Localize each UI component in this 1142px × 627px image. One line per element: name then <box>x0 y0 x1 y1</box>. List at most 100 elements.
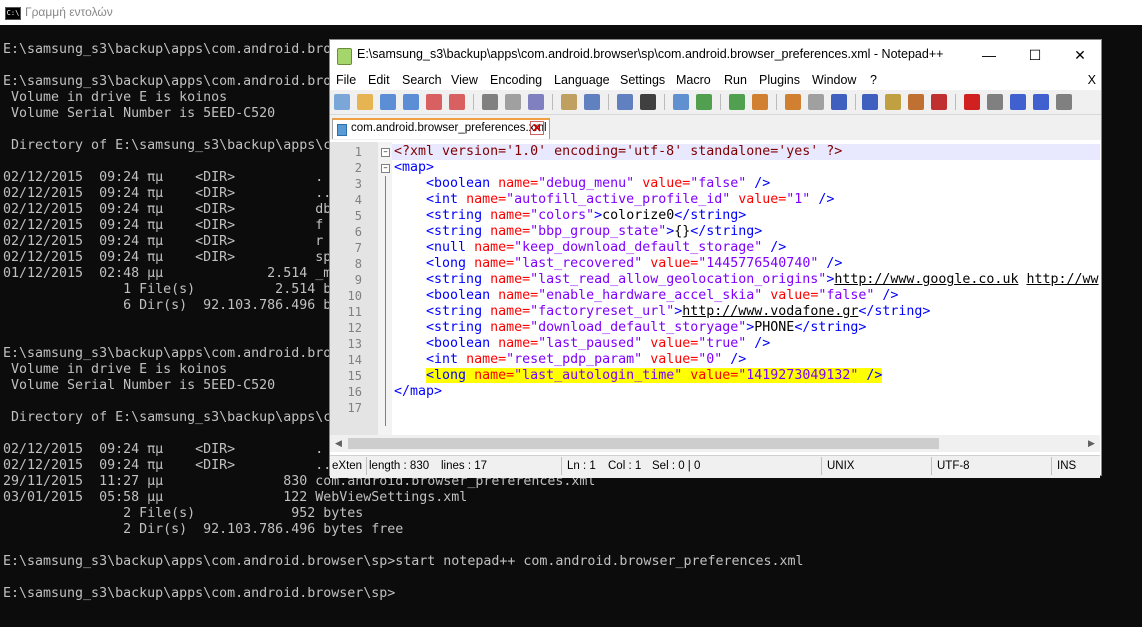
menu-language[interactable]: Language <box>554 73 610 87</box>
function-list-icon[interactable] <box>931 94 947 110</box>
close-icon[interactable] <box>426 94 442 110</box>
cut-icon[interactable] <box>505 94 521 110</box>
replace-icon[interactable] <box>673 94 689 110</box>
menu-search[interactable]: Search <box>402 73 442 87</box>
menu-view[interactable]: View <box>451 73 478 87</box>
code-token: "1" <box>786 192 811 207</box>
close-document-button[interactable]: X <box>1088 73 1096 87</box>
menu-run[interactable]: Run <box>724 73 747 87</box>
open-file-icon[interactable] <box>357 94 373 110</box>
scroll-right-icon[interactable]: ▶ <box>1083 435 1100 452</box>
code-token: "last_recovered" <box>514 256 643 271</box>
menu-file[interactable]: File <box>336 73 356 87</box>
code-line[interactable]: <map> <box>392 160 434 176</box>
code-url-link[interactable]: http://ww <box>1026 272 1098 287</box>
editor[interactable]: 1 2 3 4 5 6 7 8 9 10 11 12 13 14 15 16 17 − − <?xml vers… <box>330 142 1100 435</box>
menu-help[interactable]: ? <box>870 73 877 87</box>
copy-icon[interactable] <box>528 94 544 110</box>
code-line[interactable]: <string name="download_default_storyage"… <box>392 320 866 336</box>
save-icon[interactable] <box>380 94 396 110</box>
code-token: /> <box>746 336 771 351</box>
line-number: 9 <box>354 273 362 287</box>
scroll-left-icon[interactable]: ◀ <box>330 435 347 452</box>
menu-edit[interactable]: Edit <box>368 73 390 87</box>
code-line[interactable]: <int name="autofill_active_profile_id" v… <box>392 192 834 208</box>
record-macro-icon[interactable] <box>964 94 980 110</box>
code-token: name= <box>466 192 507 207</box>
tab-close-icon[interactable]: ✕ <box>530 121 544 135</box>
code-line[interactable]: <long name="last_recovered" value="14457… <box>392 256 842 272</box>
show-all-chars-icon[interactable] <box>831 94 847 110</box>
print-icon[interactable] <box>482 94 498 110</box>
code-token: <string <box>426 320 491 335</box>
menu-window[interactable]: Window <box>812 73 856 87</box>
code-line[interactable]: <string name="factoryreset_url">http://w… <box>392 304 930 320</box>
udl-icon[interactable] <box>885 94 901 110</box>
code-line[interactable]: <boolean name="enable_hardware_accel_ski… <box>392 288 898 304</box>
menu-settings[interactable]: Settings <box>620 73 665 87</box>
fold-toggle-icon[interactable]: − <box>381 164 390 173</box>
word-wrap-icon[interactable] <box>808 94 824 110</box>
sync-horizontal-icon[interactable] <box>785 94 801 110</box>
status-sel: Sel : 0 | 0 <box>652 460 701 472</box>
menu-macro[interactable]: Macro <box>676 73 711 87</box>
sync-vertical-icon[interactable] <box>752 94 768 110</box>
indent-guide-icon[interactable] <box>862 94 878 110</box>
code-line[interactable]: <string name="last_read_allow_geolocatio… <box>392 272 1099 288</box>
run-macro-icon[interactable] <box>1033 94 1049 110</box>
zoom-out-icon[interactable] <box>729 94 745 110</box>
code-url-link[interactable]: http://www.vodafone.gr <box>682 304 858 319</box>
redo-icon[interactable] <box>617 94 633 110</box>
code-token: "false" <box>818 288 875 303</box>
play-macro-icon[interactable] <box>1010 94 1026 110</box>
fold-guide-line <box>385 176 386 426</box>
new-file-icon[interactable] <box>334 94 350 110</box>
minimize-button[interactable]: — <box>966 40 1012 70</box>
save-all-icon[interactable] <box>403 94 419 110</box>
code-line[interactable]: <string name="colors">colorize0</string> <box>392 208 746 224</box>
line-number: 13 <box>347 337 362 351</box>
undo-icon[interactable] <box>584 94 600 110</box>
code-line[interactable]: </map> <box>392 384 442 400</box>
status-lines: lines : 17 <box>441 460 488 472</box>
code-line[interactable]: <string name="bbp_group_state">{}</strin… <box>392 224 762 240</box>
doc-map-icon[interactable] <box>908 94 924 110</box>
horizontal-scrollbar[interactable]: ◀ ▶ <box>330 435 1100 452</box>
code-token: name= <box>490 320 531 335</box>
code-line[interactable] <box>392 400 394 416</box>
status-divider <box>821 457 822 475</box>
code-token: <int <box>426 352 467 367</box>
code-line[interactable]: <null name="keep_download_default_storag… <box>392 240 786 256</box>
close-all-icon[interactable] <box>449 94 465 110</box>
code-line[interactable]: <?xml version='1.0' encoding='utf-8' sta… <box>392 144 1100 160</box>
code-token: value= <box>730 192 787 207</box>
code-token: <boolean <box>426 336 499 351</box>
save-macro-icon[interactable] <box>1056 94 1072 110</box>
code-line[interactable]: <long name="last_autologin_time" value="… <box>392 368 883 384</box>
fold-toggle-icon[interactable]: − <box>381 148 390 157</box>
code-token: name= <box>498 336 539 351</box>
npp-titlebar[interactable]: E:\samsung_s3\backup\apps\com.android.br… <box>330 40 1101 71</box>
notepadpp-window[interactable]: E:\samsung_s3\backup\apps\com.android.br… <box>329 39 1102 478</box>
code-token: /> <box>874 288 899 303</box>
zoom-in-icon[interactable] <box>696 94 712 110</box>
line-number: 12 <box>347 321 362 335</box>
toolbar-separator <box>608 94 609 110</box>
stop-macro-icon[interactable] <box>987 94 1003 110</box>
menu-plugins[interactable]: Plugins <box>759 73 800 87</box>
tab-document[interactable]: com.android.browser_preferences.xml ✕ <box>332 118 550 139</box>
code-line[interactable]: <boolean name="debug_menu" value="false"… <box>392 176 770 192</box>
code-line[interactable]: <boolean name="last_paused" value="true"… <box>392 336 770 352</box>
scroll-thumb[interactable] <box>348 438 939 449</box>
find-icon[interactable] <box>640 94 656 110</box>
maximize-button[interactable]: ☐ <box>1012 40 1058 70</box>
code-line[interactable]: <int name="reset_pdp_param" value="0" /> <box>392 352 746 368</box>
menu-encoding[interactable]: Encoding <box>490 73 542 87</box>
paste-icon[interactable] <box>561 94 577 110</box>
close-window-button[interactable]: ✕ <box>1057 40 1103 70</box>
cmd-titlebar[interactable]: C:\ Γραμμή εντολών <box>0 0 1142 25</box>
code-url-link[interactable]: http://www.google.co.uk <box>834 272 1018 287</box>
